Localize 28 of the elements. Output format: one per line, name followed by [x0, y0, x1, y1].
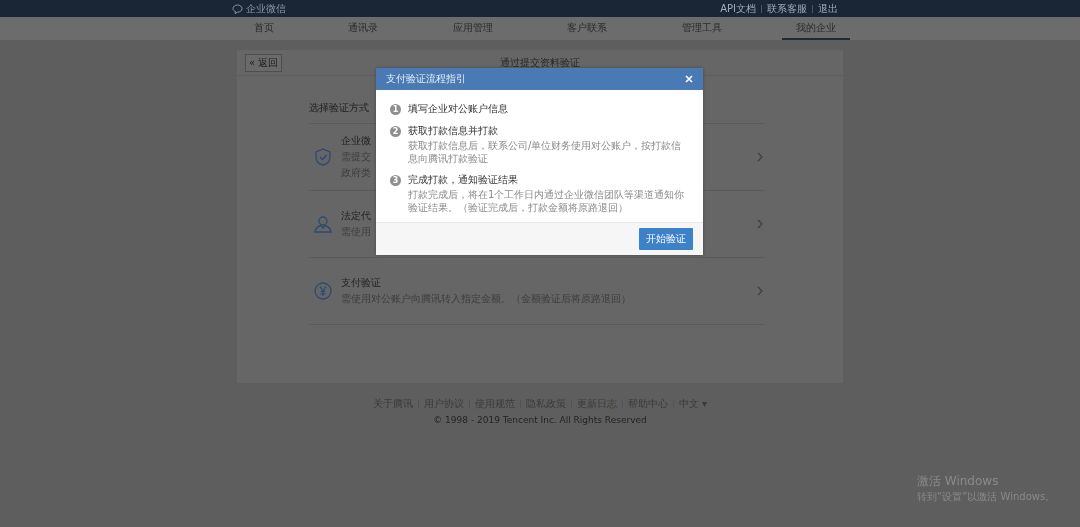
step-title: 完成打款，通知验证结果: [408, 173, 519, 187]
logo-text: 企业微信: [246, 1, 286, 16]
step-number: 1: [390, 103, 401, 115]
nav-tab[interactable]: 客户联系: [553, 17, 622, 40]
header-link[interactable]: API文档: [720, 1, 756, 16]
chat-bubble-icon: [232, 3, 243, 14]
step-number: 3: [390, 174, 401, 186]
step-title: 获取打款信息并打款: [408, 124, 499, 138]
step-number: 2: [390, 125, 401, 137]
chevron-right-icon[interactable]: [757, 219, 763, 229]
section-label: 选择验证方式: [309, 101, 369, 115]
chevron-right-icon[interactable]: [757, 286, 763, 296]
start-verification-button[interactable]: 开始验证: [639, 228, 693, 250]
option-title: 企业微: [341, 134, 371, 148]
nav-tab[interactable]: 我的企业: [781, 17, 850, 40]
step-title: 填写企业对公账户信息: [408, 102, 509, 116]
yen-coin-icon: [313, 281, 333, 301]
step-description: 打款完成后，将在1个工作日内通过企业微信团队等渠道通知你验证结果。（验证完成后，打款金额将原路退回）: [408, 189, 686, 214]
nav-tab[interactable]: 首页: [240, 17, 288, 40]
back-button[interactable]: « 返回: [245, 53, 283, 72]
person-icon: [313, 214, 333, 234]
header-link[interactable]: 联系客服: [767, 1, 807, 16]
shield-check-icon: [313, 147, 333, 167]
header-link[interactable]: 退出: [818, 1, 838, 16]
close-icon[interactable]: [685, 75, 693, 83]
chevron-right-icon[interactable]: [757, 152, 763, 162]
step-description: 获取打款信息后，联系公司/单位财务使用对公账户，按打款信息向腾讯打款验证: [408, 140, 683, 165]
dialog-title: 支付验证流程指引: [386, 72, 466, 86]
